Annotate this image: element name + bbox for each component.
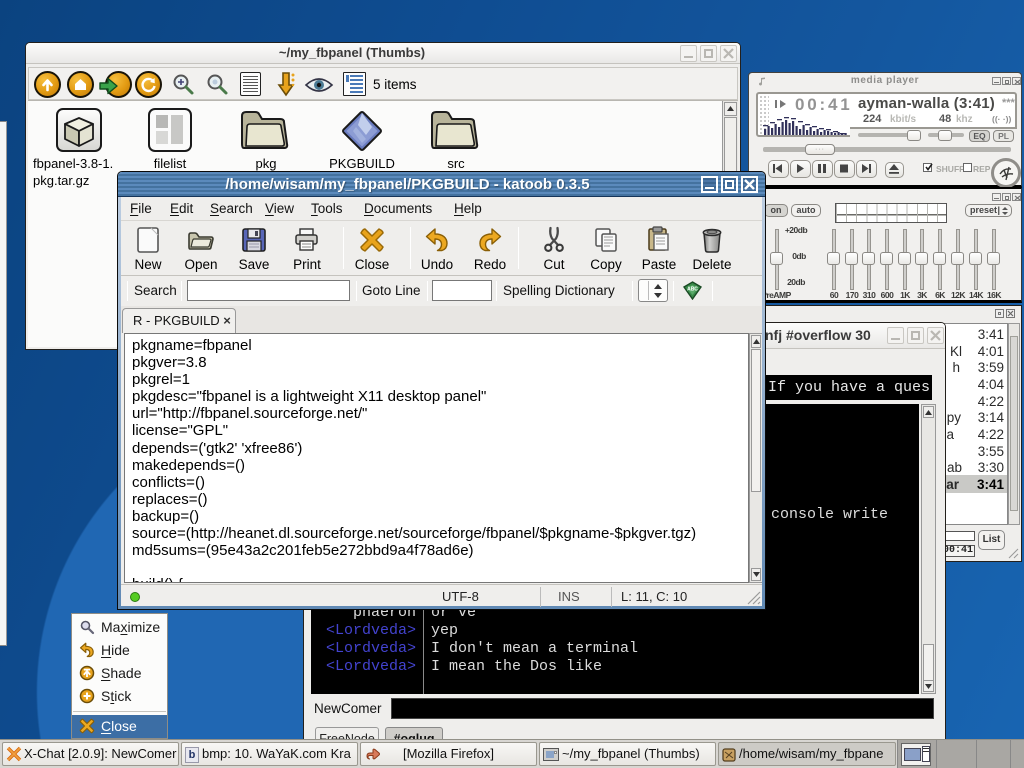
svg-text:ABC: ABC [687,287,698,293]
